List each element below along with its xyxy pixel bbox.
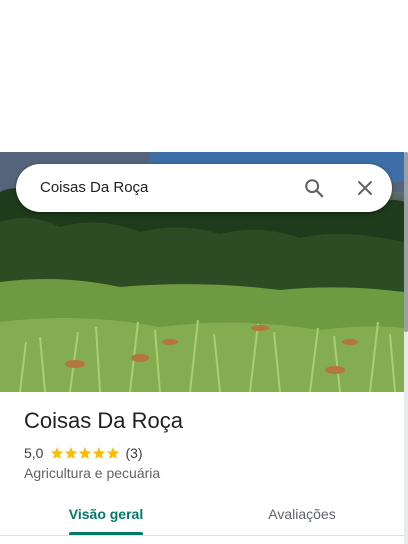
- place-category[interactable]: Agricultura e pecuária: [24, 465, 160, 481]
- scrollbar-thumb[interactable]: [404, 152, 408, 332]
- blank-area: [0, 0, 408, 152]
- close-button[interactable]: [349, 172, 381, 204]
- tab-reviews[interactable]: Avaliações: [236, 496, 368, 532]
- close-icon: [358, 181, 372, 195]
- search-input[interactable]: Coisas Da Roça: [40, 164, 148, 212]
- star-icon: [51, 447, 64, 459]
- tab-overview[interactable]: Visão geral: [40, 496, 172, 532]
- star-icon: [79, 447, 92, 459]
- search-icon: [305, 179, 324, 198]
- search-button[interactable]: [298, 172, 330, 204]
- rating-row[interactable]: 5,0 (3): [24, 444, 143, 462]
- star-icon: [93, 447, 106, 459]
- rating-stars: [50, 446, 120, 460]
- place-title: Coisas Da Roça: [24, 408, 183, 433]
- star-icon: [107, 447, 120, 459]
- star-icon: [65, 447, 78, 459]
- search-bar[interactable]: Coisas Da Roça: [16, 164, 392, 212]
- review-count[interactable]: (3): [125, 445, 142, 461]
- tab-bar: Visão geral Avaliações: [0, 496, 404, 536]
- divider: [0, 535, 404, 536]
- rating-value: 5,0: [24, 445, 44, 461]
